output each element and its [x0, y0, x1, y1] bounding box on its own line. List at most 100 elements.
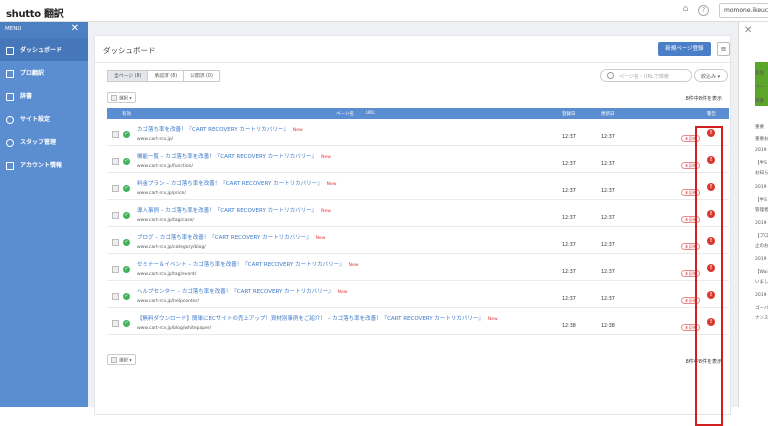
row-checkbox[interactable] — [112, 212, 119, 219]
filter-tabs: 全ページ (8) 承認済 (8) 公開済 (0) — [107, 70, 220, 82]
bulk-select-bottom[interactable]: 選択 ▾ — [107, 354, 136, 365]
registered-time: 12:37 — [562, 135, 576, 140]
page-title-link[interactable]: 導入事例 – カゴ落ち率を改善！『CART RECOVERY カートリカバリー』… — [137, 206, 331, 214]
registered-time: 12:37 — [562, 270, 576, 275]
registered-time: 12:37 — [562, 216, 576, 221]
main-area: ダッシュボード 新規ページ登録 ≡ 全ページ (8) 承認済 (8) 公開済 (… — [88, 22, 738, 426]
row-checkbox[interactable] — [112, 239, 119, 246]
sidebar-item-dictionary[interactable]: 辞書 — [0, 84, 88, 107]
panel-text: ゴーバ — [755, 306, 768, 311]
new-badge: New — [487, 317, 498, 322]
updated-time: 12:37 — [601, 135, 615, 140]
page-url: www.cart-rcv.jp/price/ — [137, 191, 186, 196]
table-row[interactable]: ✓ セミナー＆イベント – カゴ落ち率を改善！『CART RECOVERY カート… — [107, 254, 729, 281]
sidebar-item-dashboard[interactable]: ダッシュボード — [0, 38, 88, 61]
row-checkbox[interactable] — [112, 131, 119, 138]
panel-text: 止のお — [755, 244, 768, 249]
sidebar-item-label: プロ翻訳 — [20, 70, 45, 77]
divider — [95, 62, 732, 63]
app-logo[interactable]: shutto 翻訳 — [6, 5, 64, 20]
notification-icon[interactable]: ⌂ — [680, 5, 691, 16]
registered-time: 12:37 — [562, 297, 576, 302]
menu-button[interactable]: ≡ — [717, 42, 730, 56]
table-row[interactable]: ✓ ヘルプセンター – カゴ落ち率を改善！『CART RECOVERY カートリカ… — [107, 281, 729, 308]
table-row[interactable]: ✓ 料金プラン – カゴ落ち率を改善！『CART RECOVERY カートリカバリ… — [107, 173, 729, 200]
panel-text: 重要 — [755, 125, 764, 130]
panel-text: 2019 — [755, 185, 767, 190]
page-title-text: ヘルプセンター – カゴ落ち率を改善！『CART RECOVERY カートリカバ… — [137, 289, 334, 295]
header-updated[interactable]: 更新日 — [601, 111, 615, 117]
sidebar-item-pro-translation[interactable]: プロ翻訳 — [0, 61, 88, 84]
page-title-link[interactable]: ブログ – カゴ落ち率を改善！『CART RECOVERY カートリカバリー』 N… — [137, 233, 325, 241]
sidebar: MENU ✕ ダッシュボード プロ翻訳 辞書 サイト設定 スタッフ管理 アカウン… — [0, 22, 88, 407]
page-url: www.cart-rcv.jp/function/ — [137, 164, 194, 169]
updated-time: 12:37 — [601, 243, 615, 248]
table-row[interactable]: ✓ ブログ – カゴ落ち率を改善！『CART RECOVERY カートリカバリー』… — [107, 227, 729, 254]
page-title-link[interactable]: 【無料ダウンロード】簡単にECサイトの売上アップ！資材別事例をご紹介！ – カゴ… — [137, 314, 498, 322]
panel-text: 【プロ — [755, 234, 768, 239]
header-alert[interactable]: 警告 — [707, 111, 716, 117]
page-title-link[interactable]: 料金プラン – カゴ落ち率を改善！『CART RECOVERY カートリカバリー… — [137, 179, 336, 187]
filter-select[interactable]: 絞込み ▾ — [694, 69, 728, 82]
table-row[interactable]: ✓ 導入事例 – カゴ落ち率を改善！『CART RECOVERY カートリカバリー… — [107, 200, 729, 227]
updated-time: 12:37 — [601, 216, 615, 221]
sidebar-item-label: アカウント情報 — [20, 162, 63, 169]
result-count-top: 8件中8件を表示 — [685, 96, 722, 102]
table-header: 有効 ページ名 URL 登録日 更新日 警告 — [107, 108, 729, 119]
search-icon — [607, 72, 614, 79]
row-checkbox[interactable] — [112, 266, 119, 273]
page-title-link[interactable]: セミナー＆イベント – カゴ落ち率を改善！『CART RECOVERY カートリ… — [137, 260, 358, 268]
tab-all[interactable]: 全ページ (8) — [107, 70, 149, 82]
page-url: www.cart-rcv.jp/helpcenter/ — [137, 299, 199, 304]
row-checkbox[interactable] — [112, 185, 119, 192]
panel-close-icon[interactable]: ✕ — [744, 25, 752, 36]
new-badge: New — [321, 209, 331, 214]
enabled-check-icon: ✓ — [123, 266, 130, 273]
sidebar-item-label: サイト設定 — [20, 116, 51, 123]
menu-close-icon[interactable]: ✕ — [71, 24, 79, 34]
new-page-button[interactable]: 新規ページ登録 — [658, 42, 711, 56]
help-icon[interactable]: ? — [698, 5, 709, 16]
table-row[interactable]: ✓ 【無料ダウンロード】簡単にECサイトの売上アップ！資材別事例をご紹介！ – カ… — [107, 308, 729, 335]
registered-time: 12:38 — [562, 324, 576, 329]
user-menu[interactable]: momone.ikeuchi — [719, 3, 768, 18]
row-checkbox[interactable] — [112, 158, 119, 165]
row-checkbox[interactable] — [112, 293, 119, 300]
page-url: www.cart-rcv.jp/category/blog/ — [137, 245, 206, 250]
enabled-check-icon: ✓ — [123, 212, 130, 219]
tab-approved[interactable]: 承認済 (8) — [147, 70, 185, 82]
header-status[interactable]: 有効 — [122, 111, 131, 117]
enabled-check-icon: ✓ — [123, 293, 130, 300]
header-url[interactable]: URL — [366, 111, 375, 116]
menu-header: MENU ✕ — [0, 22, 88, 38]
row-checkbox[interactable] — [112, 320, 119, 327]
sidebar-item-label: 辞書 — [20, 93, 33, 100]
panel-text: いまし — [755, 280, 768, 285]
enabled-check-icon: ✓ — [123, 185, 130, 192]
enabled-check-icon: ✓ — [123, 320, 130, 327]
alert-column-highlight — [695, 126, 723, 426]
header-page-name[interactable]: ページ名 — [336, 111, 354, 117]
sidebar-item-site-settings[interactable]: サイト設定 — [0, 107, 88, 130]
header-registered[interactable]: 登録日 — [562, 111, 576, 117]
new-badge: New — [315, 236, 326, 241]
table-row[interactable]: ✓ カゴ落ち率を改善！『CART RECOVERY カートリカバリー』 New www… — [107, 119, 729, 146]
sidebar-item-staff[interactable]: スタッフ管理 — [0, 130, 88, 153]
page-title-link[interactable]: 機能一覧 – カゴ落ち率を改善！『CART RECOVERY カートリカバリー』… — [137, 152, 331, 160]
page-title-link[interactable]: ヘルプセンター – カゴ落ち率を改善！『CART RECOVERY カートリカバ… — [137, 287, 347, 295]
people-icon — [6, 138, 14, 147]
sidebar-item-account[interactable]: アカウント情報 — [0, 153, 88, 176]
updated-time: 12:37 — [601, 189, 615, 194]
table-row[interactable]: ✓ 機能一覧 – カゴ落ち率を改善！『CART RECOVERY カートリカバリー… — [107, 146, 729, 173]
book-icon — [6, 92, 14, 101]
page-title-link[interactable]: カゴ落ち率を改善！『CART RECOVERY カートリカバリー』 New — [137, 125, 303, 133]
bulk-select-top[interactable]: 選択 ▾ — [107, 92, 136, 103]
gear-icon — [6, 115, 14, 124]
new-badge: New — [348, 263, 359, 268]
new-badge: New — [337, 290, 348, 295]
tab-published[interactable]: 公開済 (0) — [183, 70, 220, 82]
panel-text: 2019 — [755, 293, 767, 298]
page-title-text: カゴ落ち率を改善！『CART RECOVERY カートリカバリー』 — [137, 127, 289, 133]
page-url: www.cart-rcv.jp/blog/whitepaper/ — [137, 326, 212, 331]
sidebar-item-label: スタッフ管理 — [20, 139, 57, 146]
